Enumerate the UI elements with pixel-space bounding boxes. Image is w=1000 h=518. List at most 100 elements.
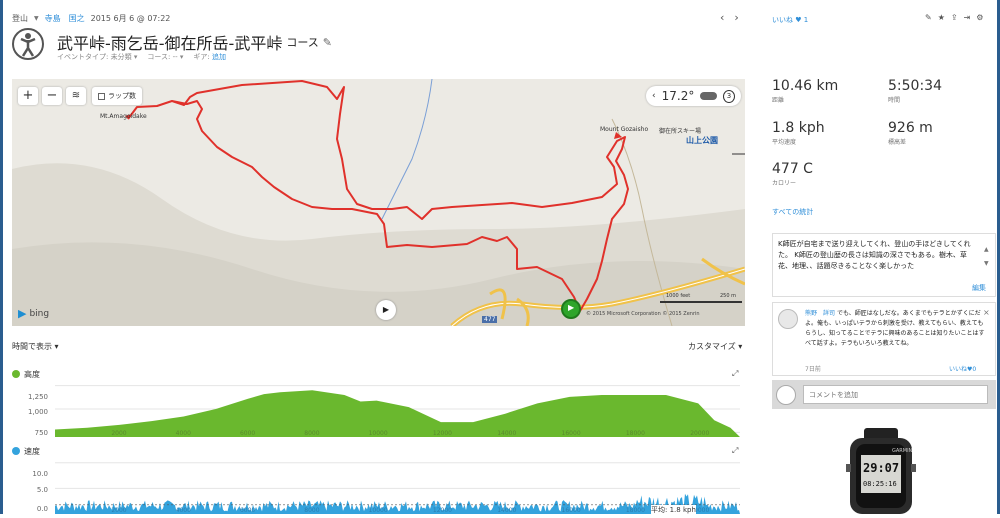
activity-title-main[interactable]: 武平峠-雨乞岳-御在所岳-武平峠 — [57, 30, 282, 54]
hiking-avatar-icon — [12, 28, 44, 60]
map-label-gozaisho: Mount Gozaisho — [600, 126, 649, 133]
all-stats-link[interactable]: すべての統計 — [772, 207, 813, 217]
my-avatar-icon — [776, 385, 796, 405]
prev-activity-icon[interactable]: ‹ — [720, 11, 724, 24]
export-icon[interactable]: ⇥ — [964, 13, 971, 22]
elev-ytick: 750 — [34, 429, 48, 437]
cloud-icon — [700, 92, 717, 100]
expand-speed-icon[interactable]: ⤢ — [732, 446, 738, 456]
add-comment-bar — [772, 380, 996, 409]
speed-ytick: 10.0 — [32, 470, 48, 478]
wind-icon: 3 — [722, 89, 735, 103]
play-route-button[interactable]: ▶ — [376, 300, 396, 320]
speed-xtick: 2000 — [111, 507, 126, 514]
map-label-amagoidake: Mt.Amagoidake — [100, 113, 147, 120]
elev-xtick: 6000 — [240, 430, 255, 437]
speed-xtick: 18000 — [626, 507, 645, 514]
comment-item: 熊野 詳司 でも、師匠はなしだな。あくまでもテラとかずくにだよ。俺も、いっぱいテ… — [772, 302, 996, 376]
likes[interactable]: いいね ♥ 1 — [772, 15, 808, 25]
edit-pencil-icon[interactable]: ✎ — [925, 13, 932, 22]
elev-xtick: 20000 — [690, 430, 709, 437]
lap-checkbox[interactable] — [98, 92, 105, 100]
stat-calories: 477 C カロリー — [772, 161, 813, 187]
add-comment-input[interactable] — [803, 385, 988, 404]
activity-page: 登山 ▼ 寺島 国之 2015 6月 6 @ 07:22 ‹ › 武平峠-雨乞岳… — [0, 0, 1000, 515]
lap-label: ラップ数 — [108, 92, 136, 100]
map-label-ski: 御在所スキー場 — [659, 128, 702, 135]
speed-ytick: 5.0 — [36, 486, 48, 494]
speed-xtick: 6000 — [240, 507, 255, 514]
user-link[interactable]: 寺島 国之 — [45, 13, 85, 24]
customize-select[interactable]: カスタマイズ ▾ — [688, 341, 742, 352]
activity-type-dropdown-icon[interactable]: ▼ — [34, 15, 39, 22]
watch-time-main: 29:07 — [863, 461, 899, 475]
stat-elevation: 926 m 標高差 — [888, 120, 933, 146]
add-gear-link[interactable]: 追加 — [212, 53, 226, 61]
note-edit-link[interactable]: 編集 — [972, 283, 986, 293]
stat-distance: 10.46 km 距離 — [772, 78, 839, 104]
elevation-chart[interactable]: 2000 4000 6000 8000 10000 12000 14000 16000 1800… — [55, 381, 740, 437]
route-map[interactable]: + − ≋ ラップ数 ‹ 17.2° 3 Mt.Amagoidake Mount… — [12, 79, 745, 326]
elev-xtick: 8000 — [304, 430, 319, 437]
elev-ytick: 1,000 — [27, 408, 48, 416]
close-comment-icon[interactable]: × — [983, 308, 990, 317]
speed-title: 速度 — [12, 446, 40, 457]
stat-avg-speed: 1.8 kph 平均速度 — [772, 120, 825, 146]
speed-xtick: 8000 — [304, 507, 319, 514]
route-shield: 477 — [482, 316, 498, 323]
scale-meters: 250 m — [720, 293, 737, 299]
star-icon[interactable]: ★ — [938, 13, 945, 22]
activity-type[interactable]: 登山 — [12, 13, 28, 24]
scale-bar — [660, 301, 742, 303]
gear-field: ギア: 追加 — [193, 53, 226, 61]
activity-nav: ‹ › — [720, 11, 739, 24]
map-label-park: 山上公園 — [686, 136, 718, 145]
elevation-dot-icon — [12, 370, 20, 378]
elev-xtick: 10000 — [369, 430, 388, 437]
comment-author[interactable]: 熊野 詳司 — [805, 310, 835, 317]
elev-xtick: 14000 — [497, 430, 516, 437]
start-pin-icon[interactable] — [561, 299, 581, 319]
speed-xtick: 14000 — [497, 507, 516, 514]
activity-date: 2015 6月 6 @ 07:22 — [90, 14, 171, 23]
zoom-out-button[interactable]: − — [42, 87, 62, 105]
scale-feet: 1000 feet — [666, 293, 691, 299]
bing-logo: ▶ bing — [18, 307, 50, 320]
comment-like[interactable]: いいね♥0 — [949, 364, 976, 373]
elev-xtick: 18000 — [626, 430, 645, 437]
speed-xtick: 10000 — [369, 507, 388, 514]
speed-dot-icon — [12, 447, 20, 455]
lap-toggle[interactable]: ラップ数 — [92, 87, 142, 105]
commenter-avatar-icon[interactable] — [778, 309, 798, 329]
weather-chevron-icon[interactable]: ‹ — [652, 91, 656, 101]
window-edge-left — [0, 0, 3, 514]
event-type-select[interactable]: イベントタイプ: 未分類 ▾ — [57, 52, 137, 62]
layers-icon[interactable]: ≋ — [66, 87, 86, 105]
course-select[interactable]: コース: -- ▾ — [147, 52, 183, 62]
note-scroll[interactable]: ▲ ▼ — [984, 243, 989, 271]
activity-breadcrumb: 登山 ▼ 寺島 国之 2015 6月 6 @ 07:22 — [12, 13, 170, 24]
edit-title-pencil-icon[interactable]: ✎ — [323, 36, 332, 49]
speed-ytick: 0.0 — [36, 505, 48, 513]
elev-xtick: 4000 — [176, 430, 191, 437]
weather-widget: ‹ 17.2° 3 — [646, 86, 741, 106]
elev-xtick: 2000 — [111, 430, 126, 437]
settings-gear-icon[interactable]: ⚙ — [976, 13, 983, 22]
activity-title-suffix[interactable]: コース — [286, 34, 318, 50]
speed-xtick: 16000 — [562, 507, 581, 514]
activity-note: K師匠が自宅まで送り迎えしてくれ、登山の手ほどきしてくれた。 K師匠の登山歴の長… — [772, 233, 996, 297]
comment-text: 熊野 詳司 でも、師匠はなしだな。あくまでもテラとかずくにだよ。俺も、いっぱいテ… — [805, 309, 989, 349]
next-activity-icon[interactable]: › — [734, 11, 738, 24]
watch-brand: GARMIN — [892, 448, 913, 454]
display-by-select[interactable]: 時間で表示 ▾ — [12, 341, 59, 352]
speed-chart[interactable]: 2000 4000 6000 8000 10000 12000 14000 16000 1800… — [55, 460, 740, 514]
map-copyright: © 2015 Microsoft Corporation © 2015 Zenr… — [586, 311, 700, 317]
watch-time-sub: 08:25:16 — [863, 480, 897, 488]
elevation-title: 高度 — [12, 369, 40, 380]
expand-elevation-icon[interactable]: ⤢ — [732, 369, 738, 379]
share-icon[interactable]: ⇪ — [951, 13, 958, 22]
elev-xtick: 12000 — [433, 430, 452, 437]
zoom-in-button[interactable]: + — [18, 87, 38, 105]
activity-meta: イベントタイプ: 未分類 ▾ コース: -- ▾ ギア: 追加 — [57, 52, 226, 62]
speed-xtick: 4000 — [176, 507, 191, 514]
